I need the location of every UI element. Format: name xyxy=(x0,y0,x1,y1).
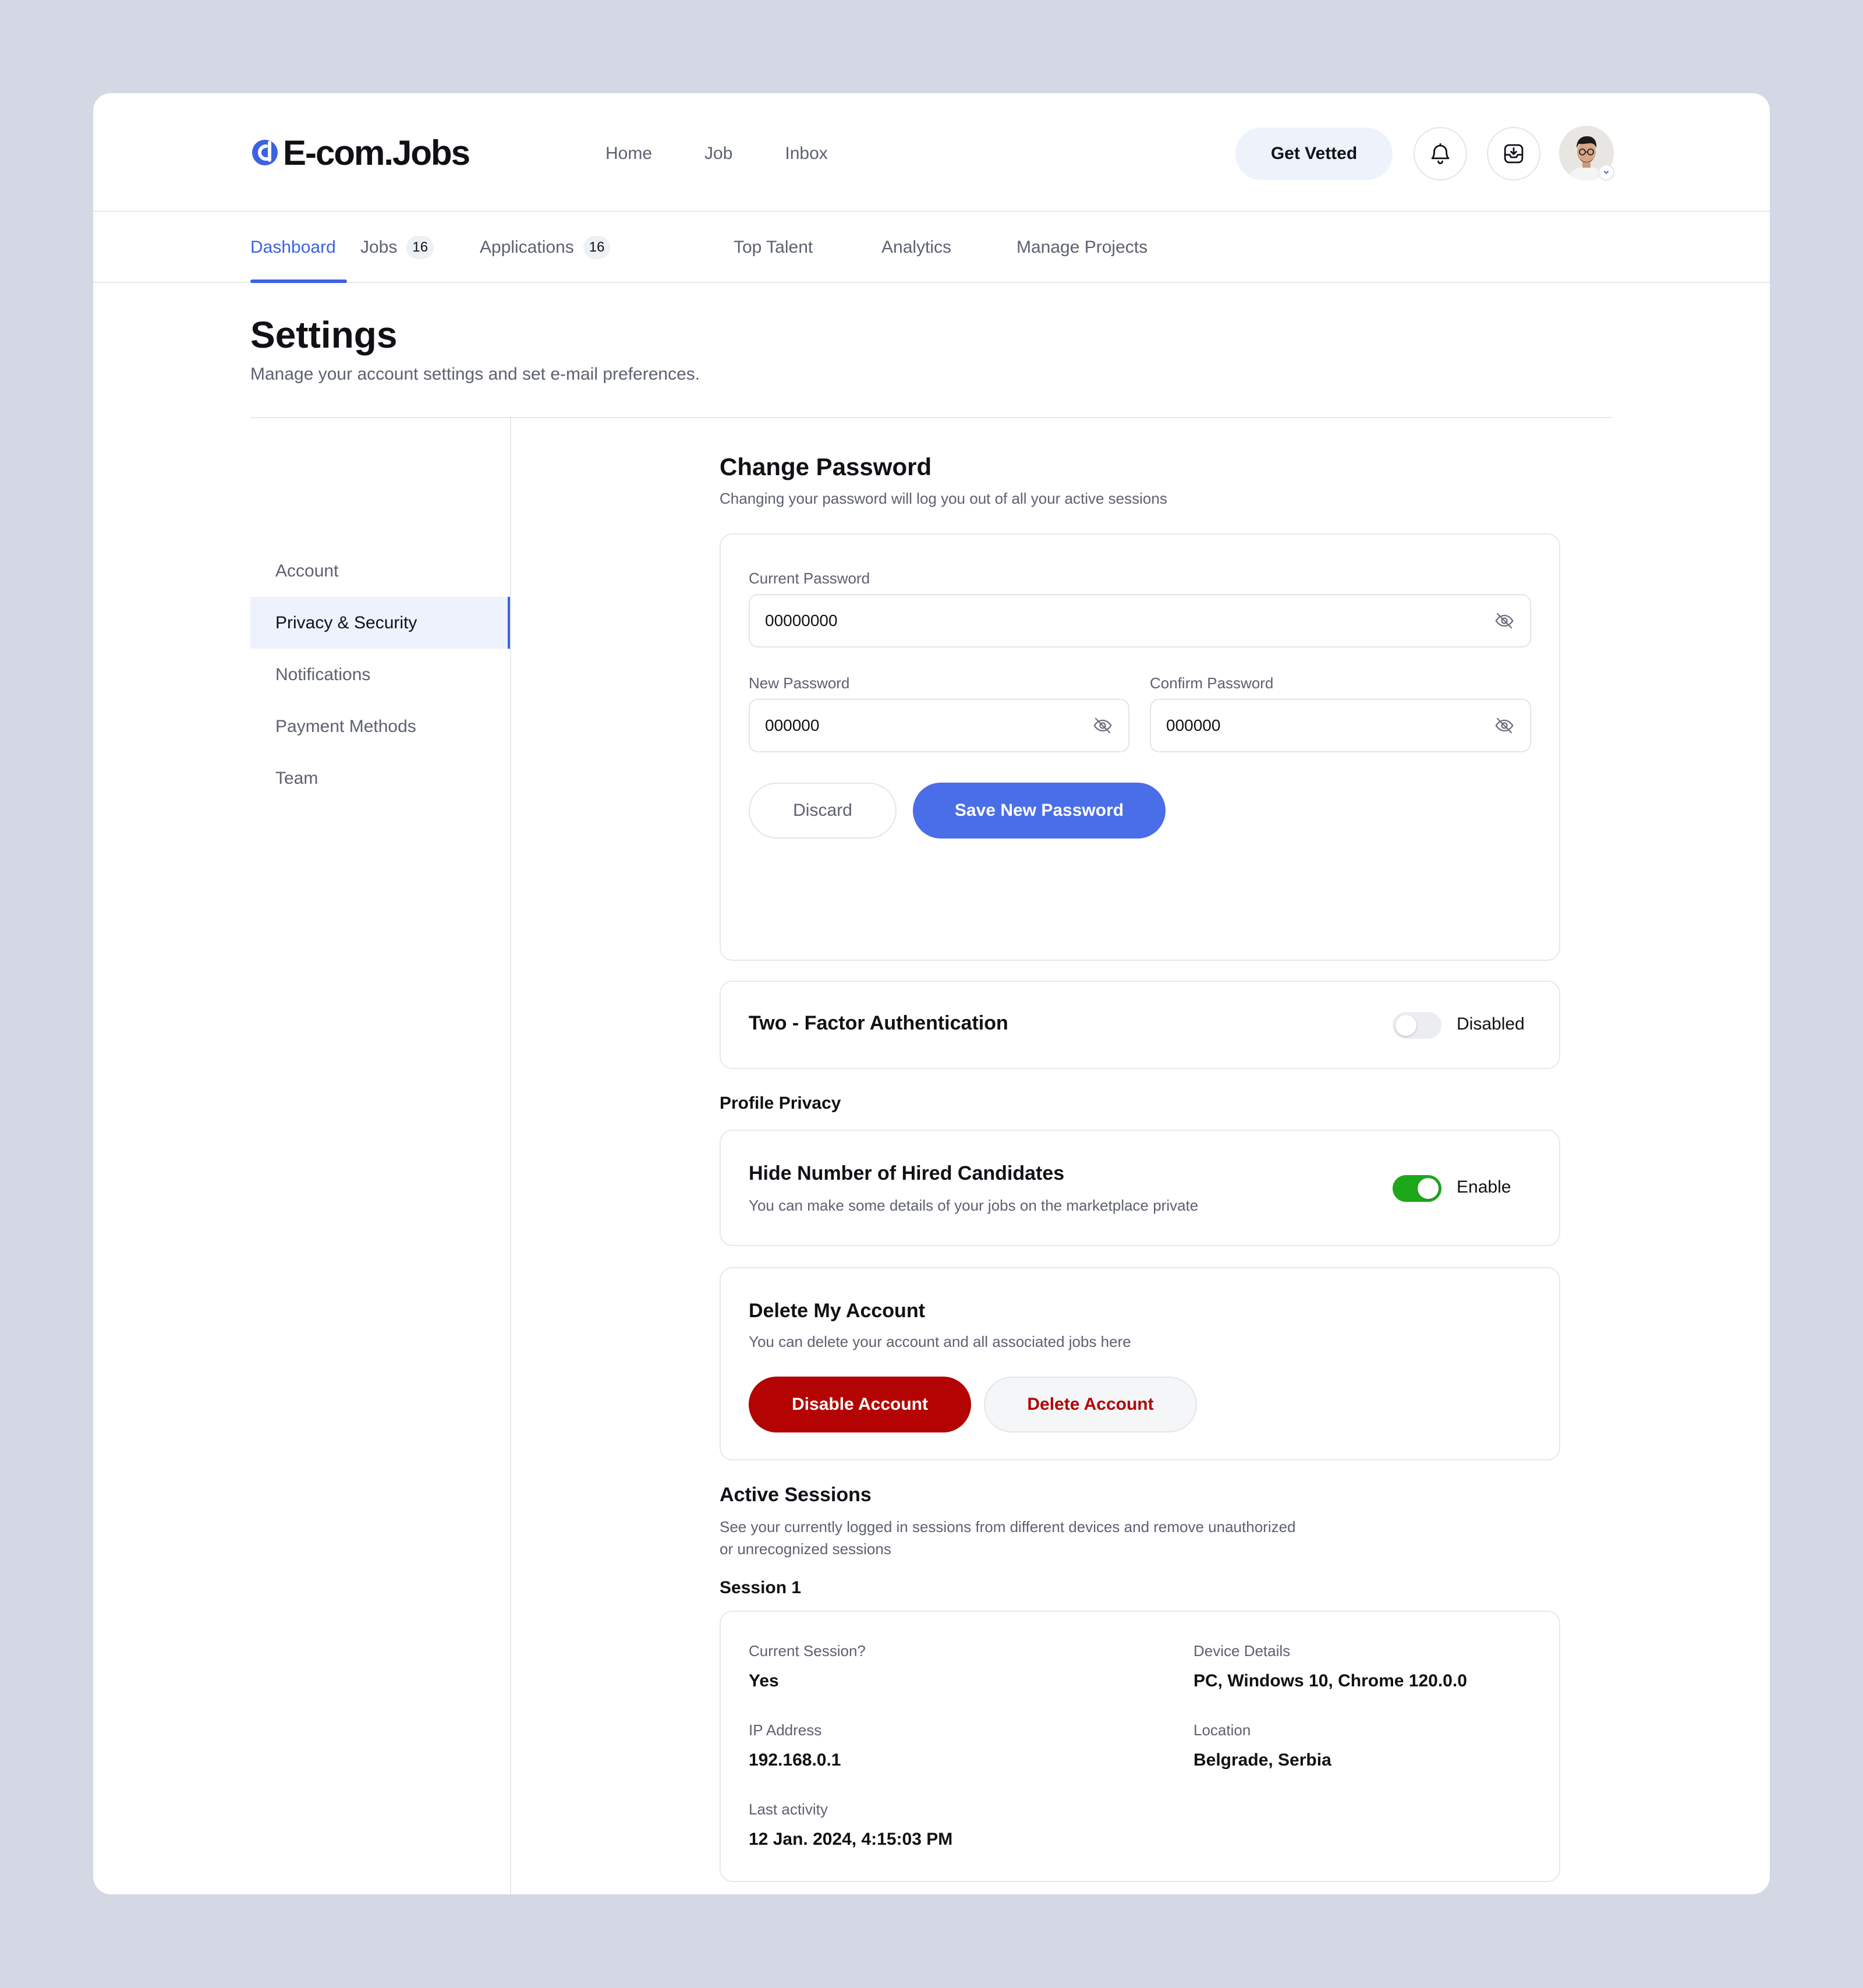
app-window: E-com.Jobs Home Job Inbox Get Vetted Das… xyxy=(93,93,1770,1894)
two-factor-toggle[interactable] xyxy=(1393,1012,1441,1039)
two-factor-title: Two - Factor Authentication xyxy=(749,1012,1008,1034)
main-tabs: Dashboard Jobs 16 Applications 16 Top Ta… xyxy=(93,212,1770,283)
location-value: Belgrade, Serbia xyxy=(1193,1750,1331,1770)
change-password-subtitle: Changing your password will log you out … xyxy=(720,490,1167,507)
active-sessions-title: Active Sessions xyxy=(720,1484,872,1506)
tab-label: Top Talent xyxy=(734,238,813,257)
eye-off-icon[interactable] xyxy=(1092,715,1113,736)
brand-logo[interactable]: E-com.Jobs xyxy=(250,132,470,174)
tab-count-badge: 16 xyxy=(406,236,434,259)
current-password-field xyxy=(749,594,1531,648)
current-password-input[interactable] xyxy=(765,611,1494,630)
inbox-button[interactable] xyxy=(1487,127,1540,181)
nav-home[interactable]: Home xyxy=(605,142,652,166)
disable-account-button[interactable]: Disable Account xyxy=(749,1377,971,1432)
eye-off-icon[interactable] xyxy=(1494,715,1515,736)
new-password-input[interactable] xyxy=(765,716,1092,735)
ip-address-value: 192.168.0.1 xyxy=(749,1750,841,1770)
tab-count-badge: 16 xyxy=(583,236,611,259)
device-details-label: Device Details xyxy=(1193,1642,1291,1660)
delete-account-subtitle: You can delete your account and all asso… xyxy=(749,1333,1131,1350)
hide-hired-subtitle: You can make some details of your jobs o… xyxy=(749,1197,1199,1214)
hide-hired-title: Hide Number of Hired Candidates xyxy=(749,1162,1065,1184)
logo-mark-icon xyxy=(252,140,278,165)
active-tab-indicator xyxy=(250,280,347,283)
nav-job[interactable]: Job xyxy=(704,142,732,166)
session-heading: Session 1 xyxy=(720,1578,802,1597)
avatar-menu-button[interactable] xyxy=(1598,164,1614,181)
two-factor-panel: Two - Factor Authentication Disabled xyxy=(720,981,1560,1069)
sidebar-item-payment-methods[interactable]: Payment Methods xyxy=(250,701,510,752)
chevron-down-icon xyxy=(1604,171,1609,174)
confirm-password-input[interactable] xyxy=(1166,716,1494,735)
bell-icon xyxy=(1431,143,1450,164)
sidebar-item-team[interactable]: Team xyxy=(250,752,510,804)
tab-applications[interactable]: Applications 16 xyxy=(480,233,611,262)
tab-label: Jobs xyxy=(360,238,398,257)
device-details-value: PC, Windows 10, Chrome 120.0.0 xyxy=(1193,1671,1467,1690)
profile-privacy-panel: Hide Number of Hired Candidates You can … xyxy=(720,1130,1560,1246)
session-panel: Current Session? Yes Device Details PC, … xyxy=(720,1611,1560,1882)
tab-top-talent[interactable]: Top Talent xyxy=(734,233,813,262)
ip-address-label: IP Address xyxy=(749,1721,822,1739)
profile-privacy-heading: Profile Privacy xyxy=(720,1094,841,1113)
tab-label: Dashboard xyxy=(250,238,336,257)
brand-name: E-com.Jobs xyxy=(283,133,470,172)
get-vetted-button[interactable]: Get Vetted xyxy=(1235,128,1393,180)
tab-label: Analytics xyxy=(881,238,952,257)
new-password-field xyxy=(749,699,1129,752)
delete-account-button[interactable]: Delete Account xyxy=(984,1377,1197,1432)
two-factor-status: Disabled xyxy=(1457,1014,1525,1034)
new-password-label: New Password xyxy=(749,674,850,692)
tab-jobs[interactable]: Jobs 16 xyxy=(360,233,434,262)
delete-account-title: Delete My Account xyxy=(749,1300,925,1322)
page-title: Settings xyxy=(250,314,398,356)
change-password-title: Change Password xyxy=(720,453,932,480)
sidebar-item-account[interactable]: Account xyxy=(250,545,510,597)
page-subtitle: Manage your account settings and set e-m… xyxy=(250,365,700,384)
tab-label: Manage Projects xyxy=(1016,238,1148,257)
notifications-button[interactable] xyxy=(1414,127,1467,181)
save-new-password-button[interactable]: Save New Password xyxy=(913,783,1166,839)
current-session-value: Yes xyxy=(749,1671,779,1690)
tab-label: Applications xyxy=(480,238,574,257)
tab-analytics[interactable]: Analytics xyxy=(881,233,951,262)
last-activity-value: 12 Jan. 2024, 4:15:03 PM xyxy=(749,1830,953,1849)
confirm-password-label: Confirm Password xyxy=(1150,674,1274,692)
sidebar-divider xyxy=(510,418,511,1894)
hide-hired-toggle[interactable] xyxy=(1393,1175,1441,1202)
nav-inbox[interactable]: Inbox xyxy=(785,142,827,166)
top-nav: Home Job Inbox xyxy=(605,142,880,166)
current-session-label: Current Session? xyxy=(749,1642,866,1660)
tab-dashboard[interactable]: Dashboard xyxy=(250,233,336,262)
sidebar-item-privacy-security[interactable]: Privacy & Security xyxy=(250,597,510,649)
location-label: Location xyxy=(1193,1721,1251,1739)
last-activity-label: Last activity xyxy=(749,1800,828,1818)
inbox-download-icon xyxy=(1504,144,1524,164)
discard-button[interactable]: Discard xyxy=(749,783,897,839)
active-sessions-subtitle-line1: See your currently logged in sessions fr… xyxy=(720,1518,1296,1536)
top-header: E-com.Jobs Home Job Inbox Get Vetted xyxy=(93,93,1770,212)
divider xyxy=(250,417,1613,418)
eye-off-icon[interactable] xyxy=(1494,610,1515,631)
tab-manage-projects[interactable]: Manage Projects xyxy=(1016,233,1147,262)
active-sessions-subtitle-line2: or unrecognized sessions xyxy=(720,1540,891,1558)
current-password-label: Current Password xyxy=(749,569,870,587)
change-password-panel: Current Password New Password Confirm Pa… xyxy=(720,533,1560,961)
confirm-password-field xyxy=(1150,699,1531,752)
delete-account-panel: Delete My Account You can delete your ac… xyxy=(720,1267,1560,1460)
hide-hired-status: Enable xyxy=(1457,1177,1511,1197)
sidebar-item-notifications[interactable]: Notifications xyxy=(250,649,510,701)
